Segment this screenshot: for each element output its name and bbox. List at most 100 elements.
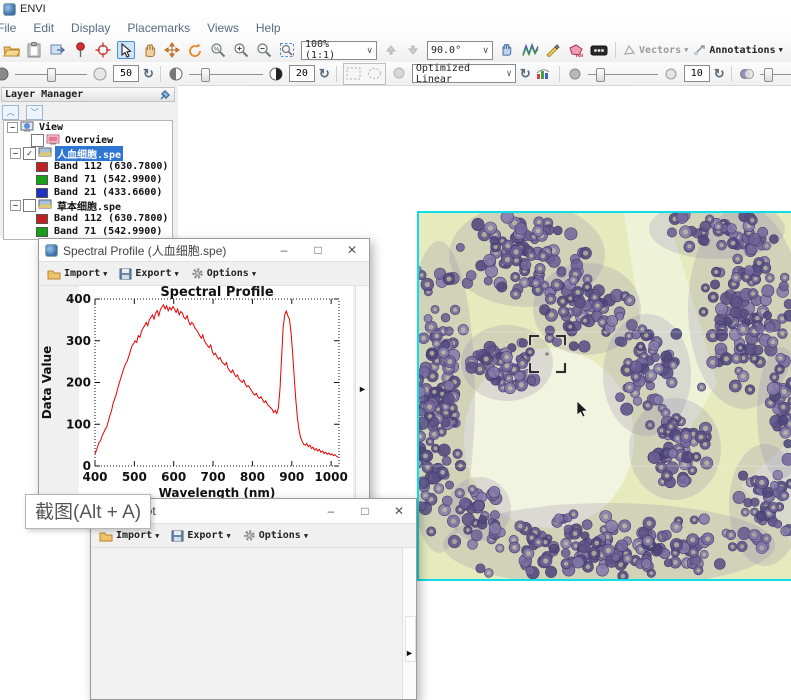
- image-display-view[interactable]: [417, 211, 791, 581]
- brightness-slider[interactable]: [15, 67, 87, 81]
- options-dropdown[interactable]: Options▼: [191, 267, 256, 280]
- maximize-button[interactable]: □: [348, 504, 382, 518]
- chip-export-icon[interactable]: [48, 41, 66, 59]
- crosshair-target-icon[interactable]: [94, 41, 112, 59]
- export-dropdown[interactable]: Export▼: [119, 268, 178, 280]
- band-color-chip: [36, 214, 48, 224]
- tree-item-band[interactable]: Band 112 (630.7800): [52, 161, 170, 172]
- spectral-window-titlebar[interactable]: Spectral Profile (人血细胞.spe) – □ ✕: [39, 239, 369, 262]
- spectral-profile-icon[interactable]: [521, 41, 539, 59]
- expand-all-button[interactable]: ﹀: [26, 105, 43, 120]
- zoom-level-combo[interactable]: 100% (1:1)∨: [301, 41, 377, 60]
- marquee-rect-icon[interactable]: [345, 65, 363, 83]
- menu-item-file[interactable]: File: [0, 21, 16, 35]
- tree-expander[interactable]: −: [10, 200, 21, 211]
- tree-item-band[interactable]: Band 71 (542.9900): [52, 226, 164, 237]
- menu-item-views[interactable]: Views: [207, 21, 239, 35]
- toolbar-divider: [160, 66, 161, 82]
- contrast-slider[interactable]: [189, 67, 263, 81]
- sharpen-value-input[interactable]: [684, 65, 710, 82]
- brightness-refresh-icon[interactable]: ↻: [143, 66, 154, 82]
- layer-checkbox[interactable]: ✓: [23, 147, 36, 160]
- clipboard-icon[interactable]: [25, 41, 43, 59]
- tree-row[interactable]: −✓ 人血细胞.spe: [4, 147, 172, 160]
- minimize-button[interactable]: –: [314, 504, 348, 518]
- contrast-high-icon: [267, 65, 285, 83]
- tree-item-band[interactable]: Band 71 (542.9900): [52, 174, 164, 185]
- rotate-free-icon[interactable]: [186, 41, 204, 59]
- contrast-refresh-icon[interactable]: ↻: [319, 66, 330, 82]
- zoom-in-icon[interactable]: [232, 41, 250, 59]
- sharpen-refresh-icon[interactable]: ↻: [714, 66, 725, 82]
- layer-checkbox[interactable]: [23, 199, 36, 212]
- zoom-fit-icon[interactable]: [278, 41, 296, 59]
- chevron-down-icon: ∨: [482, 45, 489, 56]
- maximize-button[interactable]: □: [301, 243, 335, 257]
- tree-row[interactable]: Band 71 (542.9900): [4, 173, 172, 186]
- select-cursor-icon[interactable]: [117, 41, 135, 59]
- arrow-down-icon[interactable]: [404, 41, 422, 59]
- rotation-combo[interactable]: 90.0°∨: [427, 41, 493, 60]
- expand-right-icon[interactable]: ►: [405, 648, 414, 658]
- microscope-image: [419, 213, 791, 579]
- plot-window-scroll-strip[interactable]: ►: [402, 548, 416, 699]
- tree-expander[interactable]: −: [10, 148, 21, 159]
- tree-expander[interactable]: −: [7, 122, 18, 133]
- minimize-button[interactable]: –: [267, 243, 301, 257]
- contrast-value-input[interactable]: [289, 65, 315, 82]
- tree-row[interactable]: Band 71 (542.9900): [4, 225, 172, 238]
- spectral-window-scroll-strip[interactable]: ►: [355, 286, 369, 512]
- import-dropdown[interactable]: Import▼: [47, 268, 107, 280]
- export-dropdown[interactable]: Export▼: [171, 530, 230, 542]
- tree-item-band[interactable]: Band 112 (630.7800): [52, 213, 170, 224]
- arrow-up-icon[interactable]: [382, 41, 400, 59]
- spectral-profile-window: Spectral Profile (人血细胞.spe) – □ ✕ Import…: [38, 238, 370, 512]
- view-icon: [20, 121, 34, 135]
- tree-item-band[interactable]: Band 21 (433.6600): [52, 187, 164, 198]
- stretch-type-combo[interactable]: Optimized Linear∨: [412, 64, 516, 83]
- options-dropdown[interactable]: Options▼: [243, 529, 308, 542]
- vectors-dropdown[interactable]: Vectors▼: [623, 44, 688, 56]
- tree-row[interactable]: − View: [4, 121, 172, 134]
- stretch-refresh-icon[interactable]: ↻: [520, 66, 531, 82]
- menu-item-display[interactable]: Display: [71, 21, 110, 35]
- annotations-dropdown[interactable]: Annotations▼: [693, 44, 782, 56]
- zoom-window-icon[interactable]: %: [209, 41, 227, 59]
- menu-item-edit[interactable]: Edit: [33, 21, 54, 35]
- vectors-icon: [623, 44, 636, 56]
- marquee-ellipse-icon[interactable]: [366, 65, 384, 83]
- close-button[interactable]: ✕: [335, 243, 369, 257]
- stretch-apply-icon[interactable]: [390, 65, 408, 83]
- layer-manager-header[interactable]: Layer Manager: [1, 87, 175, 102]
- cursor-value-icon[interactable]: [498, 41, 516, 59]
- roi-tool-icon[interactable]: roi: [567, 41, 585, 59]
- tree-row[interactable]: − 草本细胞.spe: [4, 199, 172, 212]
- transparency-slider[interactable]: [760, 67, 791, 81]
- feature-draw-icon[interactable]: [544, 41, 562, 59]
- expand-right-icon[interactable]: ►: [358, 384, 367, 394]
- tree-item-layer-0[interactable]: 人血细胞.spe: [55, 146, 123, 161]
- tree-row[interactable]: Band 112 (630.7800): [4, 160, 172, 173]
- app-titlebar[interactable]: ENVI: [0, 0, 791, 18]
- tree-item-layer-1[interactable]: 草本细胞.spe: [55, 198, 123, 213]
- menu-item-placemarks[interactable]: Placemarks: [127, 21, 190, 35]
- color-slice-icon[interactable]: [590, 41, 608, 59]
- collapse-all-button[interactable]: ︿: [2, 105, 19, 120]
- histogram-stretch-icon[interactable]: [535, 65, 553, 83]
- open-file-icon[interactable]: [2, 41, 20, 59]
- brightness-value-input[interactable]: [113, 65, 139, 82]
- plot-window-body: ►: [91, 548, 416, 699]
- overview-checkbox[interactable]: [31, 134, 44, 147]
- close-button[interactable]: ✕: [382, 504, 416, 518]
- sharpen-slider[interactable]: [588, 67, 658, 81]
- menu-item-help[interactable]: Help: [256, 21, 281, 35]
- tree-item-overview[interactable]: Overview: [63, 135, 115, 146]
- pan-hand-icon[interactable]: [140, 41, 158, 59]
- placemark-pin-icon[interactable]: [71, 41, 89, 59]
- tree-item-view[interactable]: View: [37, 122, 65, 133]
- import-dropdown[interactable]: Import▼: [99, 530, 159, 542]
- dock-pin-icon[interactable]: [159, 89, 171, 101]
- zoom-out-icon[interactable]: [255, 41, 273, 59]
- tree-row[interactable]: Band 112 (630.7800): [4, 212, 172, 225]
- move-icon[interactable]: [163, 41, 181, 59]
